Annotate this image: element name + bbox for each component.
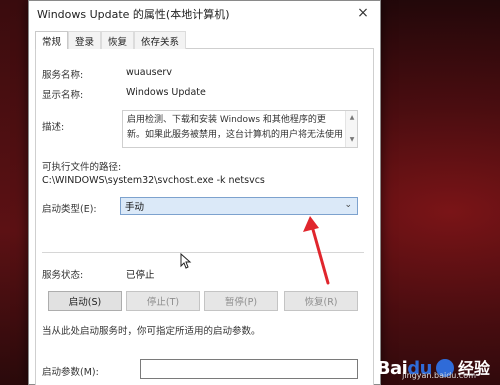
annotation-arrow-icon	[303, 216, 330, 285]
baidu-watermark: Baidu 经验 jingyan.baidu.com	[377, 355, 490, 380]
watermark-url: jingyan.baidu.com	[402, 371, 476, 380]
